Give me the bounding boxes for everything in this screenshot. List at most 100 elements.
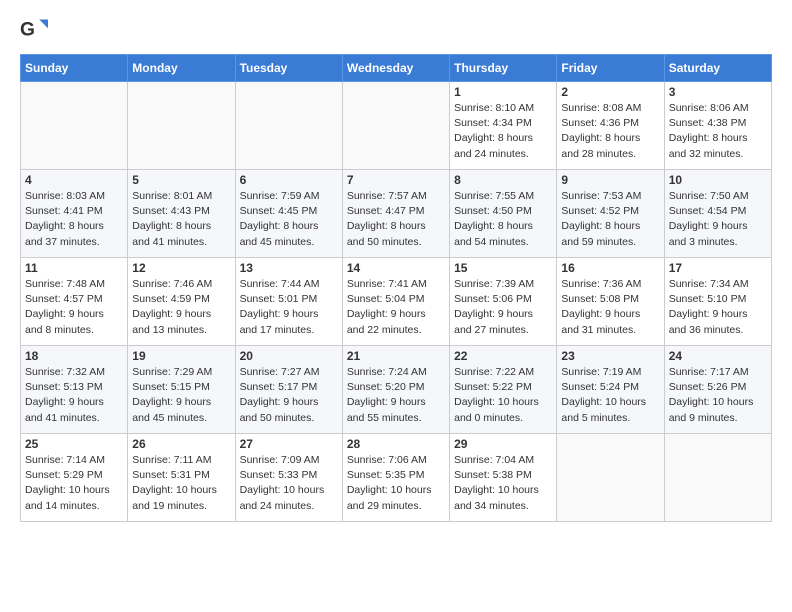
header-friday: Friday	[557, 55, 664, 82]
day-cell: 8 Sunrise: 7:55 AM Sunset: 4:50 PM Daylig…	[450, 170, 557, 258]
day-info: Sunrise: 7:29 AM Sunset: 5:15 PM Dayligh…	[132, 365, 230, 426]
day-cell: 16 Sunrise: 7:36 AM Sunset: 5:08 PM Dayli…	[557, 258, 664, 346]
day-number: 24	[669, 349, 767, 363]
day-number: 6	[240, 173, 338, 187]
day-info: Sunrise: 8:08 AM Sunset: 4:36 PM Dayligh…	[561, 101, 659, 162]
day-info: Sunrise: 7:19 AM Sunset: 5:24 PM Dayligh…	[561, 365, 659, 426]
day-number: 29	[454, 437, 552, 451]
day-cell: 4 Sunrise: 8:03 AM Sunset: 4:41 PM Daylig…	[21, 170, 128, 258]
day-number: 1	[454, 85, 552, 99]
day-number: 27	[240, 437, 338, 451]
day-cell: 22 Sunrise: 7:22 AM Sunset: 5:22 PM Dayli…	[450, 346, 557, 434]
day-cell: 26 Sunrise: 7:11 AM Sunset: 5:31 PM Dayli…	[128, 434, 235, 522]
week-row-0: 1 Sunrise: 8:10 AM Sunset: 4:34 PM Daylig…	[21, 82, 772, 170]
day-number: 20	[240, 349, 338, 363]
day-number: 10	[669, 173, 767, 187]
day-cell	[557, 434, 664, 522]
day-cell: 14 Sunrise: 7:41 AM Sunset: 5:04 PM Dayli…	[342, 258, 449, 346]
day-number: 7	[347, 173, 445, 187]
calendar-table: SundayMondayTuesdayWednesdayThursdayFrid…	[20, 54, 772, 522]
day-cell: 20 Sunrise: 7:27 AM Sunset: 5:17 PM Dayli…	[235, 346, 342, 434]
day-number: 19	[132, 349, 230, 363]
day-number: 9	[561, 173, 659, 187]
day-cell: 23 Sunrise: 7:19 AM Sunset: 5:24 PM Dayli…	[557, 346, 664, 434]
week-row-4: 25 Sunrise: 7:14 AM Sunset: 5:29 PM Dayli…	[21, 434, 772, 522]
day-info: Sunrise: 7:59 AM Sunset: 4:45 PM Dayligh…	[240, 189, 338, 250]
week-row-3: 18 Sunrise: 7:32 AM Sunset: 5:13 PM Dayli…	[21, 346, 772, 434]
day-number: 2	[561, 85, 659, 99]
day-number: 22	[454, 349, 552, 363]
day-number: 25	[25, 437, 123, 451]
day-info: Sunrise: 7:34 AM Sunset: 5:10 PM Dayligh…	[669, 277, 767, 338]
day-cell: 15 Sunrise: 7:39 AM Sunset: 5:06 PM Dayli…	[450, 258, 557, 346]
day-number: 5	[132, 173, 230, 187]
logo: G	[20, 16, 52, 44]
day-info: Sunrise: 7:06 AM Sunset: 5:35 PM Dayligh…	[347, 453, 445, 514]
day-number: 15	[454, 261, 552, 275]
day-number: 11	[25, 261, 123, 275]
day-cell: 5Sunrise: 8:01 AM Sunset: 4:43 PM Daylig…	[128, 170, 235, 258]
day-info: Sunrise: 7:32 AM Sunset: 5:13 PM Dayligh…	[25, 365, 123, 426]
day-info: Sunrise: 8:10 AM Sunset: 4:34 PM Dayligh…	[454, 101, 552, 162]
day-number: 13	[240, 261, 338, 275]
day-cell: 28 Sunrise: 7:06 AM Sunset: 5:35 PM Dayli…	[342, 434, 449, 522]
day-cell: 7 Sunrise: 7:57 AM Sunset: 4:47 PM Daylig…	[342, 170, 449, 258]
day-info: Sunrise: 7:24 AM Sunset: 5:20 PM Dayligh…	[347, 365, 445, 426]
day-info: Sunrise: 7:39 AM Sunset: 5:06 PM Dayligh…	[454, 277, 552, 338]
day-info: Sunrise: 7:36 AM Sunset: 5:08 PM Dayligh…	[561, 277, 659, 338]
day-cell: 2 Sunrise: 8:08 AM Sunset: 4:36 PM Daylig…	[557, 82, 664, 170]
day-cell: 21 Sunrise: 7:24 AM Sunset: 5:20 PM Dayli…	[342, 346, 449, 434]
header-sunday: Sunday	[21, 55, 128, 82]
day-cell: 1 Sunrise: 8:10 AM Sunset: 4:34 PM Daylig…	[450, 82, 557, 170]
page-header: G	[20, 16, 772, 44]
day-number: 26	[132, 437, 230, 451]
day-info: Sunrise: 7:27 AM Sunset: 5:17 PM Dayligh…	[240, 365, 338, 426]
day-info: Sunrise: 7:04 AM Sunset: 5:38 PM Dayligh…	[454, 453, 552, 514]
day-number: 21	[347, 349, 445, 363]
day-cell: 9Sunrise: 7:53 AM Sunset: 4:52 PM Daylig…	[557, 170, 664, 258]
calendar-header-row: SundayMondayTuesdayWednesdayThursdayFrid…	[21, 55, 772, 82]
day-cell: 6 Sunrise: 7:59 AM Sunset: 4:45 PM Daylig…	[235, 170, 342, 258]
day-number: 4	[25, 173, 123, 187]
day-number: 16	[561, 261, 659, 275]
day-number: 14	[347, 261, 445, 275]
day-info: Sunrise: 7:50 AM Sunset: 4:54 PM Dayligh…	[669, 189, 767, 250]
day-cell: 12 Sunrise: 7:46 AM Sunset: 4:59 PM Dayli…	[128, 258, 235, 346]
header-tuesday: Tuesday	[235, 55, 342, 82]
day-cell	[235, 82, 342, 170]
day-info: Sunrise: 7:55 AM Sunset: 4:50 PM Dayligh…	[454, 189, 552, 250]
day-number: 17	[669, 261, 767, 275]
header-wednesday: Wednesday	[342, 55, 449, 82]
day-number: 18	[25, 349, 123, 363]
header-monday: Monday	[128, 55, 235, 82]
day-info: Sunrise: 7:46 AM Sunset: 4:59 PM Dayligh…	[132, 277, 230, 338]
day-number: 8	[454, 173, 552, 187]
day-cell: 24Sunrise: 7:17 AM Sunset: 5:26 PM Dayli…	[664, 346, 771, 434]
day-info: Sunrise: 7:41 AM Sunset: 5:04 PM Dayligh…	[347, 277, 445, 338]
day-info: Sunrise: 7:11 AM Sunset: 5:31 PM Dayligh…	[132, 453, 230, 514]
day-number: 3	[669, 85, 767, 99]
day-info: Sunrise: 7:57 AM Sunset: 4:47 PM Dayligh…	[347, 189, 445, 250]
day-info: Sunrise: 7:44 AM Sunset: 5:01 PM Dayligh…	[240, 277, 338, 338]
day-info: Sunrise: 7:22 AM Sunset: 5:22 PM Dayligh…	[454, 365, 552, 426]
day-info: Sunrise: 8:03 AM Sunset: 4:41 PM Dayligh…	[25, 189, 123, 250]
day-number: 28	[347, 437, 445, 451]
logo-icon: G	[20, 16, 48, 44]
day-number: 23	[561, 349, 659, 363]
header-thursday: Thursday	[450, 55, 557, 82]
day-info: Sunrise: 7:14 AM Sunset: 5:29 PM Dayligh…	[25, 453, 123, 514]
day-cell: 13 Sunrise: 7:44 AM Sunset: 5:01 PM Dayli…	[235, 258, 342, 346]
day-cell: 11 Sunrise: 7:48 AM Sunset: 4:57 PM Dayli…	[21, 258, 128, 346]
header-saturday: Saturday	[664, 55, 771, 82]
day-cell: 3Sunrise: 8:06 AM Sunset: 4:38 PM Daylig…	[664, 82, 771, 170]
week-row-2: 11 Sunrise: 7:48 AM Sunset: 4:57 PM Dayli…	[21, 258, 772, 346]
day-number: 12	[132, 261, 230, 275]
day-cell	[342, 82, 449, 170]
week-row-1: 4 Sunrise: 8:03 AM Sunset: 4:41 PM Daylig…	[21, 170, 772, 258]
day-info: Sunrise: 7:48 AM Sunset: 4:57 PM Dayligh…	[25, 277, 123, 338]
day-cell: 29 Sunrise: 7:04 AM Sunset: 5:38 PM Dayli…	[450, 434, 557, 522]
day-cell: 27 Sunrise: 7:09 AM Sunset: 5:33 PM Dayli…	[235, 434, 342, 522]
day-cell	[664, 434, 771, 522]
day-cell: 17 Sunrise: 7:34 AM Sunset: 5:10 PM Dayli…	[664, 258, 771, 346]
day-info: Sunrise: 7:09 AM Sunset: 5:33 PM Dayligh…	[240, 453, 338, 514]
